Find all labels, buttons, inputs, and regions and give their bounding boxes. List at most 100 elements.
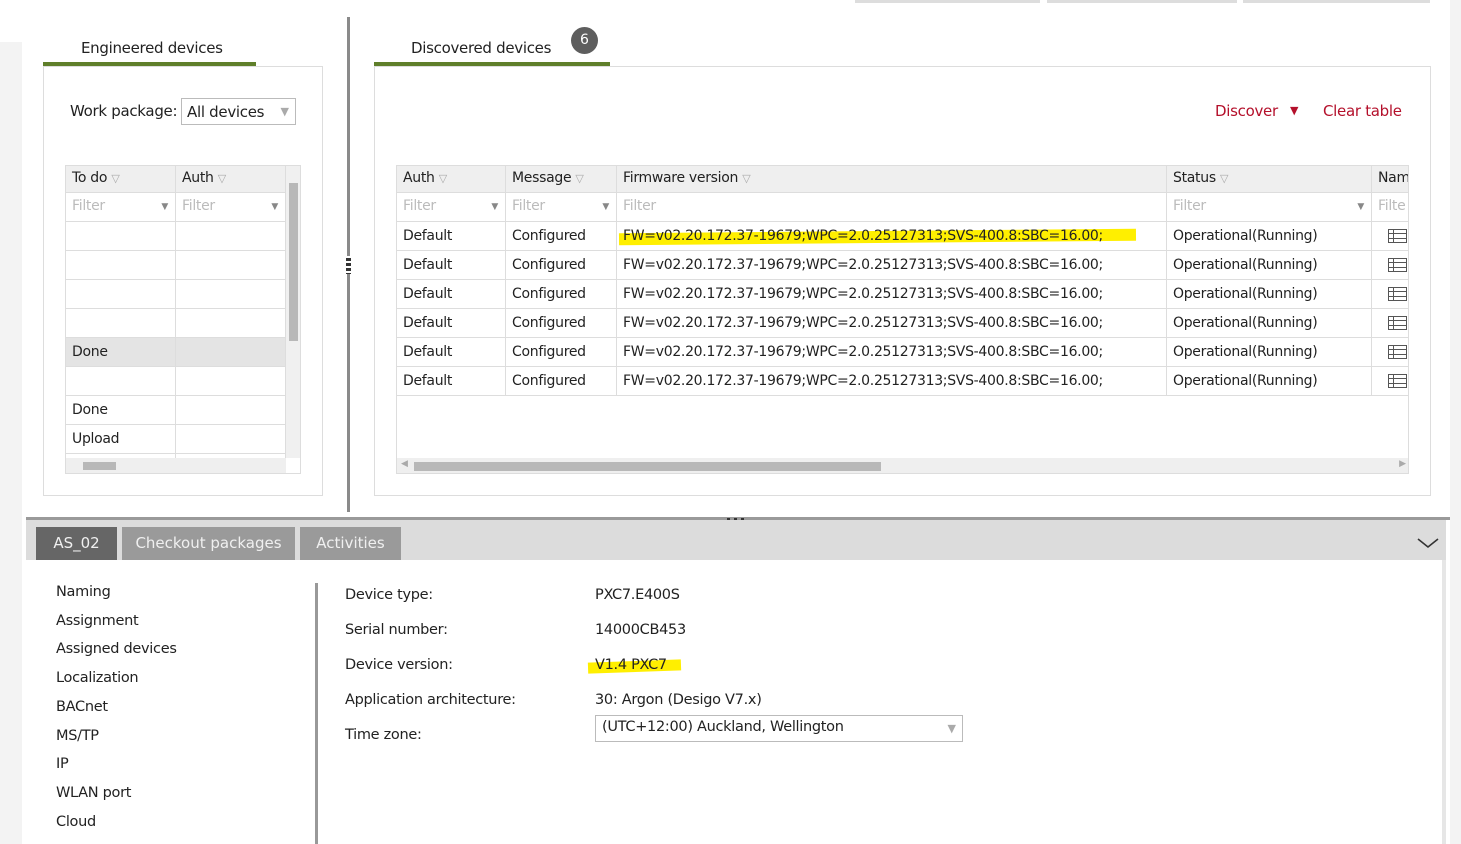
column-header-auth[interactable]: Auth ▽ (176, 166, 286, 193)
table-details-icon[interactable] (1388, 374, 1407, 388)
table-details-icon[interactable] (1388, 258, 1407, 272)
table-cell-status[interactable]: Operational(Running) (1167, 338, 1372, 367)
table-details-icon[interactable] (1388, 287, 1407, 301)
nav-item[interactable]: Localization (56, 670, 139, 686)
column-filter[interactable]: Filter (617, 193, 1167, 222)
column-header[interactable]: Firmware version ▽ (617, 166, 1167, 193)
table-row-todo[interactable] (66, 280, 176, 309)
horizontal-scrollbar[interactable] (66, 458, 286, 473)
vertical-scrollbar[interactable] (286, 166, 300, 458)
table-row-auth[interactable] (176, 367, 286, 396)
table-cell-auth[interactable]: Default (397, 338, 506, 367)
table-cell-auth[interactable]: Default (397, 222, 506, 251)
table-cell-firmware[interactable]: FW=v02.20.172.37-19679;WPC=2.0.25127313;… (617, 280, 1167, 309)
collapse-chevron-icon[interactable] (1417, 537, 1439, 549)
tab-checkout-packages[interactable]: Checkout packages (122, 527, 295, 560)
tab-activities[interactable]: Activities (300, 527, 401, 560)
tab-as02[interactable]: AS_02 (36, 527, 117, 560)
table-details-icon[interactable] (1388, 345, 1407, 359)
table-cell-firmware[interactable]: FW=v02.20.172.37-19679;WPC=2.0.25127313;… (617, 309, 1167, 338)
table-row-auth[interactable] (176, 251, 286, 280)
table-cell-status[interactable]: Operational(Running) (1167, 251, 1372, 280)
splitter-grip-icon[interactable] (346, 256, 351, 274)
column-header[interactable]: Nam (1372, 166, 1409, 193)
discover-button[interactable]: Discover (1215, 102, 1278, 120)
table-row-todo[interactable] (66, 367, 176, 396)
table-cell-name[interactable] (1372, 367, 1408, 396)
table-row-auth[interactable] (176, 425, 286, 454)
field-value: 14000CB453 (595, 622, 686, 638)
table-cell-status[interactable]: Operational(Running) (1167, 309, 1372, 338)
scrollbar-thumb[interactable] (414, 462, 881, 471)
column-filter[interactable]: Filter ▼ (397, 193, 506, 222)
column-header[interactable]: Auth ▽ (397, 166, 506, 193)
table-cell-auth[interactable]: Default (397, 309, 506, 338)
column-header[interactable]: Message ▽ (506, 166, 617, 193)
cell-text: Configured (512, 373, 586, 389)
table-cell-status[interactable]: Operational(Running) (1167, 222, 1372, 251)
table-row-auth[interactable] (176, 338, 286, 367)
discover-dropdown-icon[interactable]: ▼ (1290, 104, 1298, 117)
work-package-select[interactable]: All devices ▼ (181, 98, 296, 125)
table-row-todo[interactable] (66, 309, 176, 338)
nav-item[interactable]: Assignment (56, 613, 139, 629)
tab-engineered-devices[interactable]: Engineered devices (81, 39, 223, 57)
table-row-todo[interactable]: Done (66, 396, 176, 425)
scroll-right-icon[interactable]: ▶ (1399, 459, 1406, 469)
column-filter[interactable]: Filter ▼ (506, 193, 617, 222)
nav-item[interactable]: MS/TP (56, 728, 99, 744)
table-cell-message[interactable]: Configured (506, 222, 617, 251)
table-cell-message[interactable]: Configured (506, 251, 617, 280)
table-details-icon[interactable] (1388, 229, 1407, 243)
table-cell-name[interactable] (1372, 222, 1408, 251)
table-cell-name[interactable] (1372, 309, 1408, 338)
nav-item[interactable]: Naming (56, 584, 111, 600)
table-cell-name[interactable] (1372, 338, 1408, 367)
table-row-auth[interactable] (176, 309, 286, 338)
column-filter[interactable]: Filte (1372, 193, 1408, 222)
table-cell-firmware[interactable]: FW=v02.20.172.37-19679;WPC=2.0.25127313;… (617, 338, 1167, 367)
table-cell-message[interactable]: Configured (506, 309, 617, 338)
table-cell-message[interactable]: Configured (506, 367, 617, 396)
nav-item[interactable]: Cloud (56, 814, 96, 830)
table-row-todo[interactable] (66, 251, 176, 280)
column-header[interactable]: Status ▽ (1167, 166, 1372, 193)
nav-item[interactable]: BACnet (56, 699, 108, 715)
column-label: Nam (1378, 170, 1409, 186)
scrollbar-thumb[interactable] (83, 462, 116, 470)
filter-dropdown-icon: ▼ (161, 202, 168, 212)
filter-todo[interactable]: Filter ▼ (66, 193, 176, 222)
scroll-left-icon[interactable]: ◀ (401, 459, 408, 469)
nav-item[interactable]: IP (56, 756, 69, 772)
horizontal-scrollbar[interactable]: ◀ ▶ (397, 458, 1408, 473)
column-filter[interactable]: Filter ▼ (1167, 193, 1372, 222)
table-cell-auth[interactable]: Default (397, 367, 506, 396)
table-details-icon[interactable] (1388, 316, 1407, 330)
table-row-todo[interactable] (66, 222, 176, 251)
table-row-auth[interactable] (176, 222, 286, 251)
table-row-todo[interactable]: Upload (66, 425, 176, 454)
table-cell-message[interactable]: Configured (506, 280, 617, 309)
clear-table-button[interactable]: Clear table (1323, 102, 1402, 120)
table-cell-status[interactable]: Operational(Running) (1167, 280, 1372, 309)
filter-auth[interactable]: Filter ▼ (176, 193, 286, 222)
sort-icon: ▽ (742, 172, 751, 185)
nav-item[interactable]: WLAN port (56, 785, 131, 801)
table-cell-message[interactable]: Configured (506, 338, 617, 367)
table-cell-name[interactable] (1372, 280, 1408, 309)
table-row-todo[interactable]: Done (66, 338, 176, 367)
table-cell-firmware[interactable]: FW=v02.20.172.37-19679;WPC=2.0.25127313;… (617, 251, 1167, 280)
tab-discovered-devices[interactable]: Discovered devices (411, 39, 551, 57)
scrollbar-thumb[interactable] (289, 183, 298, 341)
nav-item[interactable]: Assigned devices (56, 641, 177, 657)
table-cell-status[interactable]: Operational(Running) (1167, 367, 1372, 396)
table-cell-auth[interactable]: Default (397, 251, 506, 280)
table-cell-firmware[interactable]: FW=v02.20.172.37-19679;WPC=2.0.25127313;… (617, 367, 1167, 396)
table-row-auth[interactable] (176, 396, 286, 425)
table-cell-firmware[interactable]: FW=v02.20.172.37-19679;WPC=2.0.25127313;… (617, 222, 1167, 251)
table-cell-auth[interactable]: Default (397, 280, 506, 309)
table-row-auth[interactable] (176, 280, 286, 309)
time-zone-select[interactable]: (UTC+12:00) Auckland, Wellington ▼ (595, 715, 963, 742)
table-cell-name[interactable] (1372, 251, 1408, 280)
column-header-todo[interactable]: To do ▽ (66, 166, 176, 193)
